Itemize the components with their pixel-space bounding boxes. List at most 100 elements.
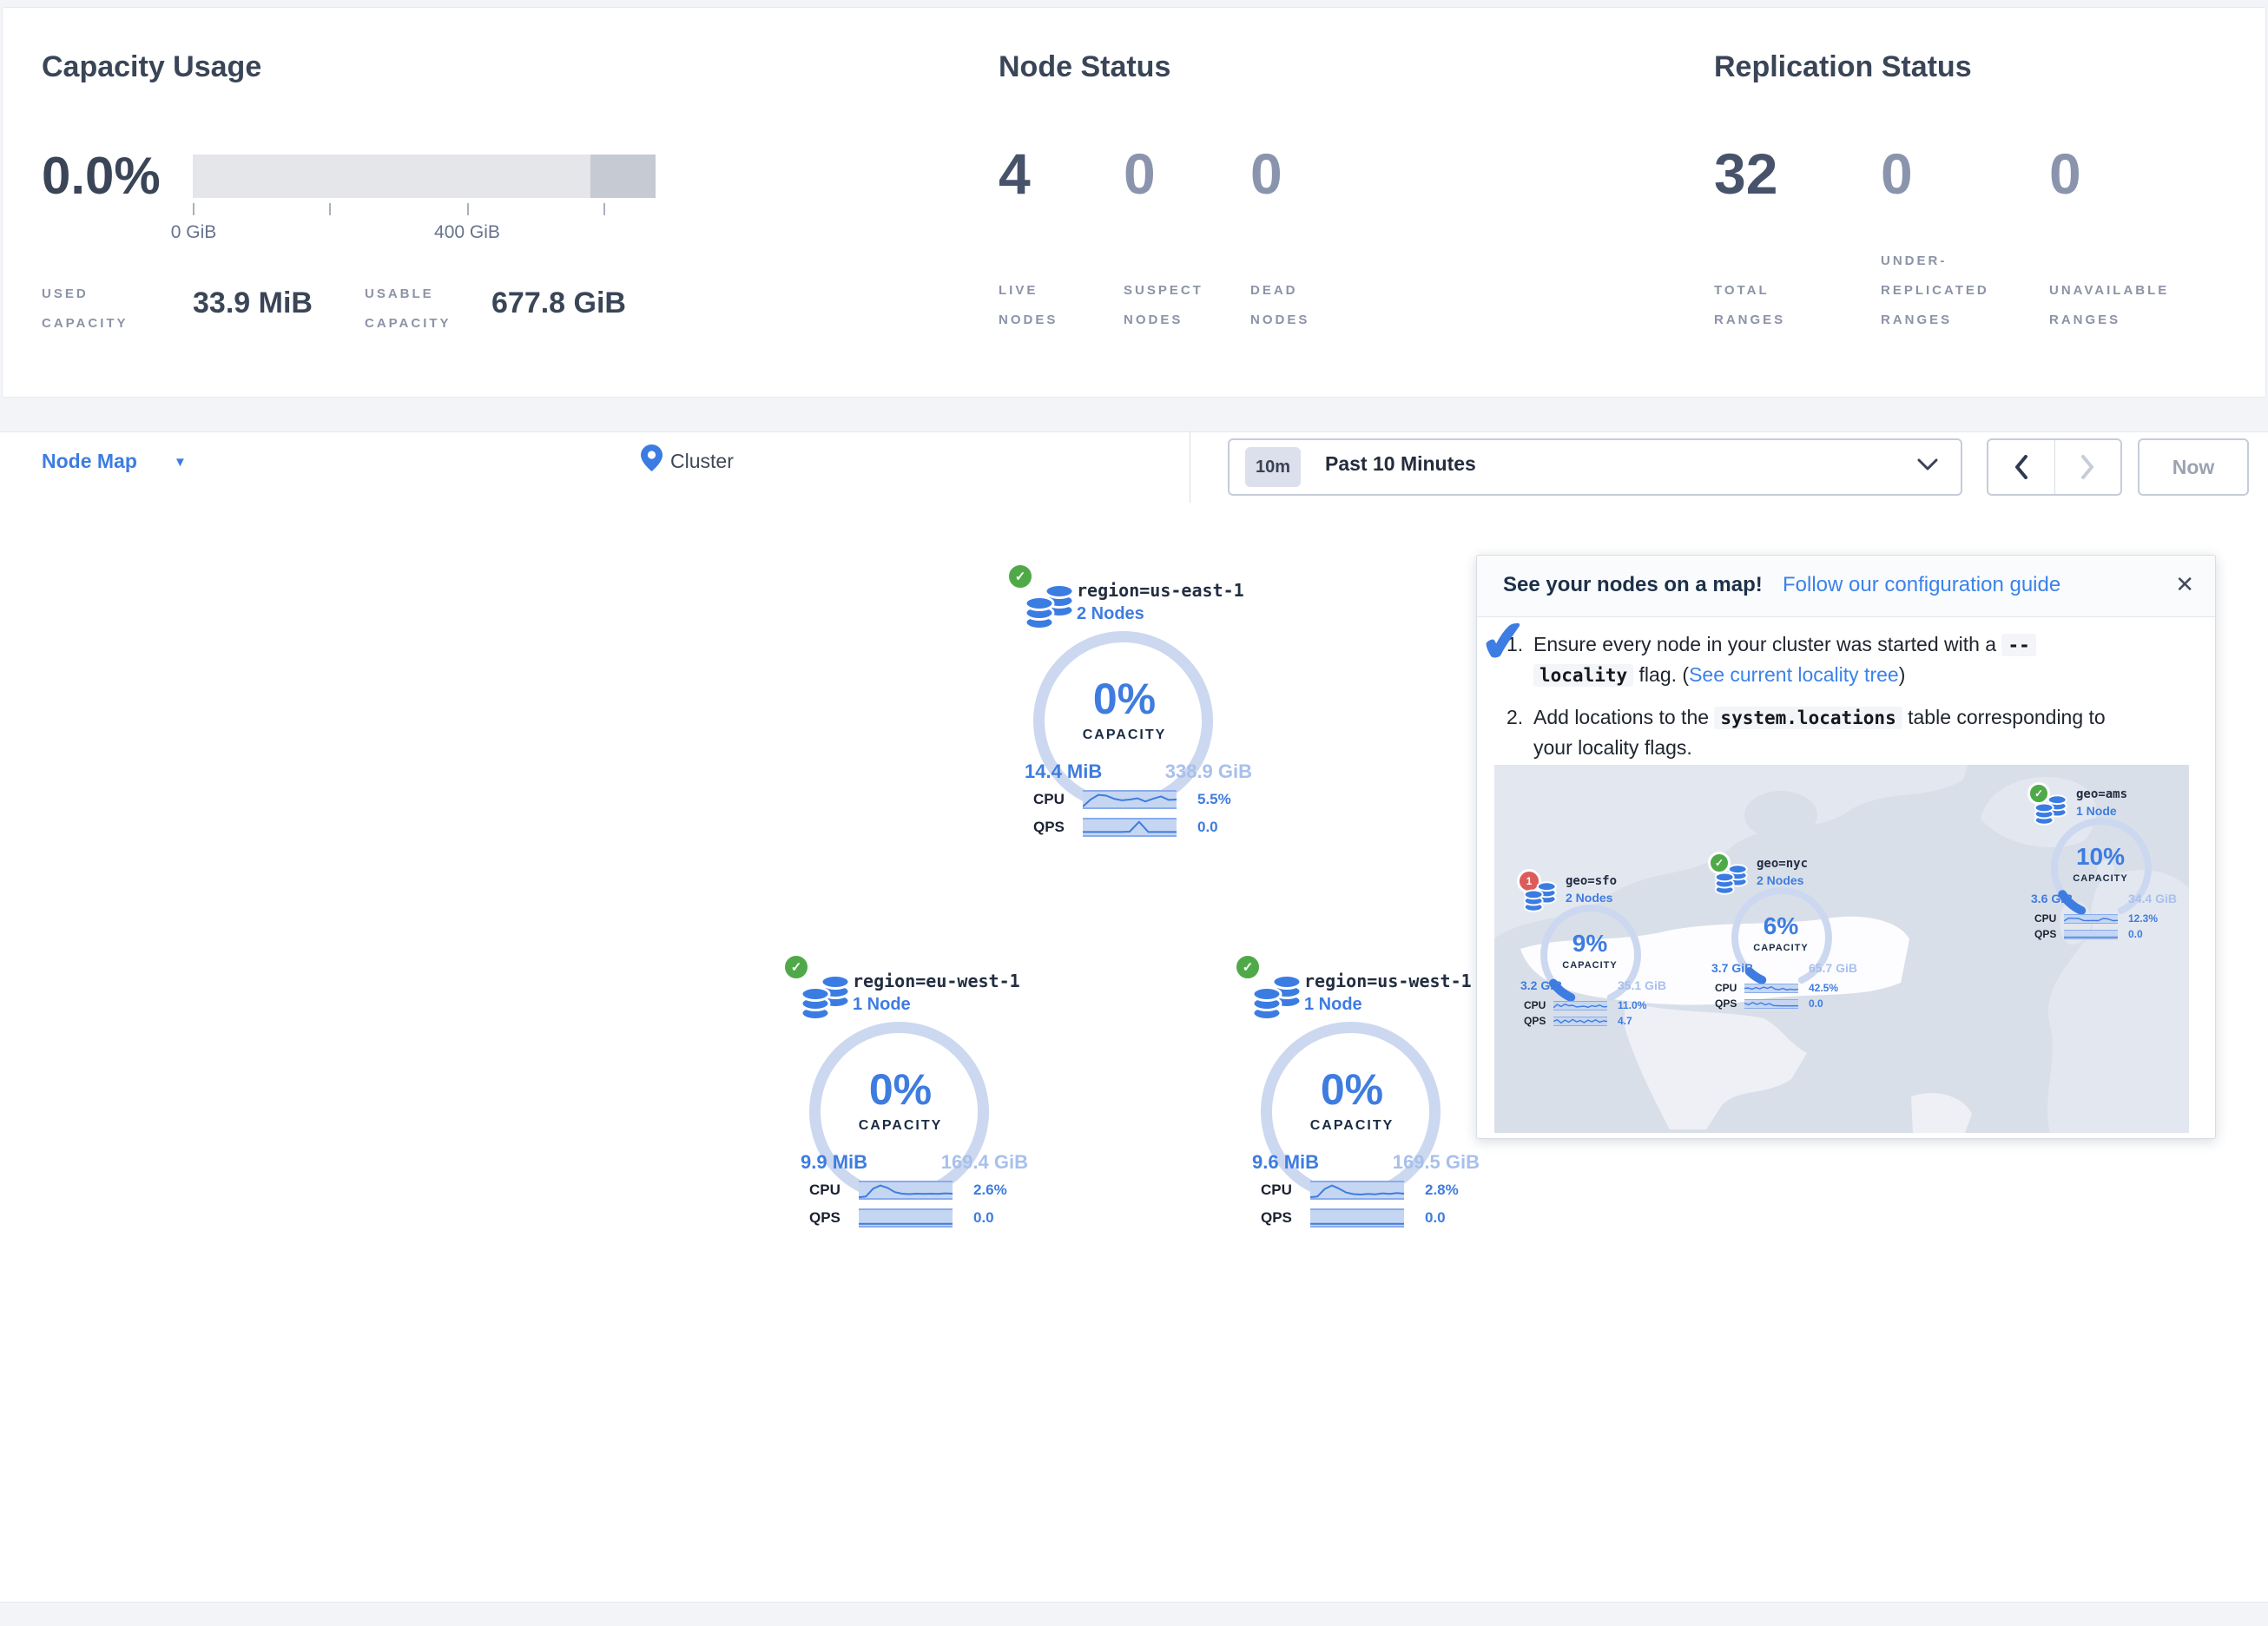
time-prev-button[interactable] bbox=[1988, 440, 2055, 494]
popup-instructions: 1. Ensure every node in your cluster was… bbox=[1477, 617, 2215, 762]
qps-label: QPS bbox=[1524, 1015, 1553, 1027]
axis-tick-label: 0 GiB bbox=[142, 222, 246, 243]
qps-label: QPS bbox=[1261, 1209, 1310, 1227]
total-value: 169.5 GiB bbox=[1393, 1151, 1480, 1174]
capacity-usable-segment bbox=[590, 155, 656, 198]
qps-sparkline bbox=[1744, 999, 1798, 1009]
qps-label: QPS bbox=[1715, 997, 1744, 1010]
capacity-label: CAPACITY bbox=[1727, 943, 1835, 953]
map-pin-icon bbox=[640, 444, 663, 477]
chevron-right-icon bbox=[2080, 455, 2094, 479]
capacity-usage-percent: 0.0% bbox=[42, 146, 161, 206]
axis-tick bbox=[603, 203, 605, 215]
cpu-value: 11.0% bbox=[1618, 999, 1646, 1011]
cpu-sparkline bbox=[2064, 914, 2118, 924]
cpu-label: CPU bbox=[1715, 982, 1744, 994]
unavailable-count: 0 bbox=[2049, 141, 2081, 207]
qps-value: 0.0 bbox=[1197, 819, 1218, 836]
cpu-sparkline bbox=[1553, 1001, 1607, 1010]
qps-sparkline bbox=[1310, 1208, 1404, 1228]
node-count-link[interactable]: 1 Node bbox=[1304, 995, 1362, 1015]
used-capacity-value: 33.9 MiB bbox=[193, 286, 313, 320]
chevron-down-icon[interactable]: ▼ bbox=[174, 455, 187, 470]
code-snippet: system.locations bbox=[1714, 707, 1902, 729]
cpu-label: CPU bbox=[809, 1182, 859, 1199]
region-label: region=us-west-1 bbox=[1304, 971, 1472, 991]
map-node-geo-nyc[interactable]: ✓ geo=nyc 2 Nodes 6% CAPACITY 3.7 GiB65.… bbox=[1708, 852, 1877, 1021]
chevron-down-icon bbox=[1917, 458, 1938, 475]
capacity-usage-bar bbox=[193, 155, 656, 198]
cpu-sparkline bbox=[1310, 1181, 1404, 1200]
dead-nodes-count: 0 bbox=[1250, 141, 1282, 207]
chevron-left-icon bbox=[2014, 455, 2028, 479]
qps-label: QPS bbox=[2034, 928, 2064, 940]
axis-tick-label: 400 GiB bbox=[415, 222, 519, 243]
capacity-percent: 9% bbox=[1536, 930, 1644, 958]
close-icon[interactable]: ✕ bbox=[2175, 571, 2194, 598]
configuration-guide-link[interactable]: Follow our configuration guide bbox=[1783, 573, 2060, 597]
region-card-us-west-1[interactable]: ✓ region=us-west-1 1 Node 0% CAPACITY 9.… bbox=[1226, 953, 1495, 1240]
node-count-link[interactable]: 1 Node bbox=[853, 995, 911, 1015]
suspect-nodes-count: 0 bbox=[1124, 141, 1156, 207]
region-label: geo=sfo bbox=[1566, 874, 1617, 888]
total-value: 34.4 GiB bbox=[2128, 892, 2177, 905]
total-value: 169.4 GiB bbox=[941, 1151, 1028, 1174]
cpu-label: CPU bbox=[1261, 1182, 1310, 1199]
qps-value: 0.0 bbox=[973, 1209, 994, 1227]
capacity-label: CAPACITY bbox=[2047, 873, 2154, 884]
total-value: 65.7 GiB bbox=[1809, 961, 1857, 975]
map-node-geo-sfo[interactable]: 1 geo=sfo 2 Nodes 9% CAPACITY 3.2 GiB35.… bbox=[1517, 869, 1686, 1038]
region-label: region=us-east-1 bbox=[1077, 580, 1244, 601]
total-ranges-count: 32 bbox=[1714, 141, 1777, 207]
node-map-setup-popup: See your nodes on a map! Follow our conf… bbox=[1476, 555, 2216, 1139]
cpu-label: CPU bbox=[1524, 999, 1553, 1011]
unavailable-label: UNAVAILABLE RANGES bbox=[2049, 276, 2169, 335]
qps-value: 0.0 bbox=[1809, 997, 1823, 1010]
live-nodes-count: 4 bbox=[999, 141, 1031, 207]
qps-sparkline bbox=[1083, 818, 1177, 837]
time-next-button[interactable] bbox=[2055, 440, 2121, 494]
total-value: 338.9 GiB bbox=[1165, 760, 1252, 783]
region-card-eu-west-1[interactable]: ✓ region=eu-west-1 1 Node 0% CAPACITY 9.… bbox=[775, 953, 1044, 1240]
cpu-value: 12.3% bbox=[2128, 912, 2158, 925]
cpu-value: 2.6% bbox=[973, 1182, 1007, 1199]
step-number: 2. bbox=[1507, 702, 1523, 732]
region-label: geo=nyc bbox=[1757, 857, 1808, 871]
usable-capacity-value: 677.8 GiB bbox=[491, 286, 626, 320]
cpu-value: 5.5% bbox=[1197, 791, 1231, 808]
cpu-label: CPU bbox=[1033, 791, 1083, 808]
region-label: geo=ams bbox=[2076, 787, 2127, 801]
node-status-title: Node Status bbox=[999, 50, 1170, 84]
instruction-step-1: 1. Ensure every node in your cluster was… bbox=[1477, 629, 2176, 690]
axis-tick bbox=[329, 203, 331, 215]
breadcrumb-cluster[interactable]: Cluster bbox=[670, 450, 734, 473]
now-button[interactable]: Now bbox=[2138, 438, 2249, 496]
used-value: 3.7 GiB bbox=[1711, 961, 1753, 975]
suspect-nodes-label: SUSPECT NODES bbox=[1124, 276, 1203, 335]
locality-tree-link[interactable]: See current locality tree bbox=[1689, 663, 1899, 686]
node-count-link[interactable]: 2 Nodes bbox=[1077, 604, 1144, 624]
qps-value: 4.7 bbox=[1618, 1015, 1632, 1027]
used-value: 3.2 GiB bbox=[1520, 978, 1562, 992]
capacity-label: CAPACITY bbox=[1029, 727, 1220, 743]
popup-header: See your nodes on a map! Follow our conf… bbox=[1477, 556, 2215, 617]
cpu-sparkline bbox=[859, 1181, 953, 1200]
under-replicated-count: 0 bbox=[1881, 141, 1913, 207]
qps-sparkline bbox=[2064, 930, 2118, 939]
used-value: 9.9 MiB bbox=[801, 1151, 867, 1174]
time-range-label: Past 10 Minutes bbox=[1325, 452, 1476, 476]
used-value: 14.4 MiB bbox=[1025, 760, 1102, 783]
live-nodes-label: LIVE NODES bbox=[999, 276, 1058, 335]
usable-capacity-label: USABLE CAPACITY bbox=[365, 280, 452, 339]
map-node-geo-ams[interactable]: ✓ geo=ams 1 Node 10% CAPACITY 3.6 GiB34.… bbox=[2027, 782, 2197, 951]
region-card-us-east-1[interactable]: ✓ region=us-east-1 2 Nodes 0% CAPACITY 1… bbox=[999, 563, 1268, 849]
cpu-label: CPU bbox=[2034, 912, 2064, 925]
qps-sparkline bbox=[1553, 1017, 1607, 1026]
capacity-label: CAPACITY bbox=[1256, 1118, 1447, 1134]
dead-nodes-label: DEAD NODES bbox=[1250, 276, 1309, 335]
qps-label: QPS bbox=[1033, 819, 1083, 836]
replication-status-title: Replication Status bbox=[1714, 50, 1972, 84]
view-selector-node-map[interactable]: Node Map bbox=[42, 450, 137, 473]
axis-tick bbox=[193, 203, 194, 215]
code-snippet: locality bbox=[1533, 664, 1633, 687]
